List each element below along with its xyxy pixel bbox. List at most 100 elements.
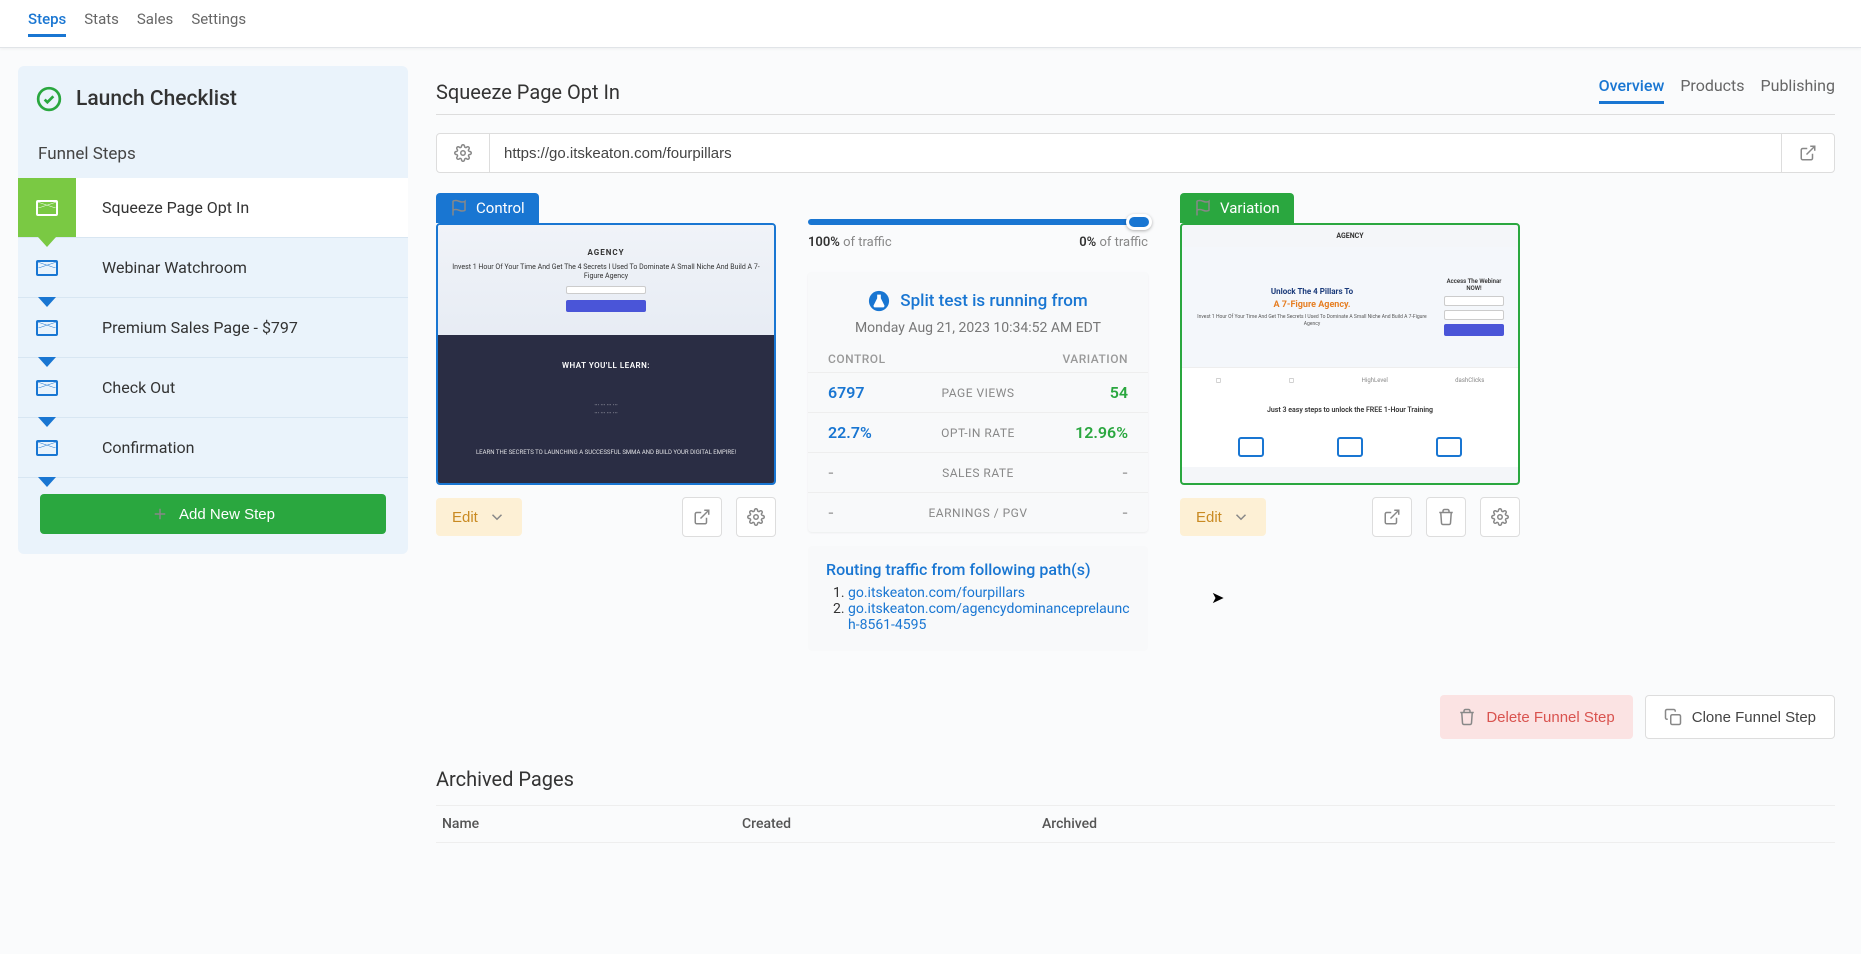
url-row <box>436 133 1835 173</box>
route-link-1[interactable]: go.itskeaton.com/fourpillars <box>848 585 1025 601</box>
tab-settings[interactable]: Settings <box>191 10 246 37</box>
sidebar-step-confirmation[interactable]: Confirmation <box>18 418 408 478</box>
url-settings-button[interactable] <box>436 133 490 173</box>
sidebar-step-premium[interactable]: Premium Sales Page - $797 <box>18 298 408 358</box>
sidebar-step-webinar[interactable]: Webinar Watchroom <box>18 238 408 298</box>
preview-input <box>1444 296 1504 306</box>
preview-logo: AGENCY <box>587 248 624 257</box>
traffic-right: 0% of traffic <box>1079 235 1148 250</box>
col-created: Created <box>742 816 1042 832</box>
subtab-overview[interactable]: Overview <box>1599 76 1665 104</box>
stats-date: Monday Aug 21, 2023 10:34:52 AM EDT <box>808 320 1148 336</box>
step-label: Confirmation <box>76 438 408 457</box>
launch-title: Launch Checklist <box>76 87 237 111</box>
mail-icon <box>36 320 58 336</box>
stats-row-optin: 22.7%OPT-IN RATE12.96% <box>808 412 1148 452</box>
edit-variation-button[interactable]: Edit <box>1180 498 1266 536</box>
copy-icon <box>1664 708 1682 726</box>
external-link-icon <box>693 508 711 526</box>
preview-input <box>1444 310 1504 320</box>
stats-row-salesrate: -SALES RATE- <box>808 452 1148 492</box>
settings-control-button[interactable] <box>736 497 776 537</box>
tab-sales[interactable]: Sales <box>137 10 173 37</box>
preview-cta <box>566 300 646 312</box>
variation-label: Variation <box>1220 199 1280 217</box>
page-title: Squeeze Page Opt In <box>436 80 620 104</box>
subtab-publishing[interactable]: Publishing <box>1761 76 1835 104</box>
edit-control-button[interactable]: Edit <box>436 498 522 536</box>
main-content: Squeeze Page Opt In Overview Products Pu… <box>428 66 1843 853</box>
step-label: Premium Sales Page - $797 <box>76 318 408 337</box>
step-label: Webinar Watchroom <box>76 258 408 277</box>
settings-variation-button[interactable] <box>1480 497 1520 537</box>
subtab-products[interactable]: Products <box>1680 76 1744 104</box>
chevron-down-icon <box>488 508 506 526</box>
variation-preview[interactable]: AGENCY Unlock The 4 Pillars To A 7-Figur… <box>1180 223 1520 485</box>
sub-tabs: Overview Products Publishing <box>1599 76 1835 104</box>
delete-variation-button[interactable] <box>1426 497 1466 537</box>
hdr-variation: VARIATION <box>1062 352 1128 366</box>
sidebar-step-squeeze[interactable]: Squeeze Page Opt In <box>18 178 408 238</box>
col-name: Name <box>442 816 742 832</box>
control-variant: Control AGENCY Invest 1 Hour Of Your Tim… <box>436 193 776 537</box>
external-link-icon <box>1383 508 1401 526</box>
mail-icon <box>36 260 58 276</box>
page-url-input[interactable] <box>490 133 1781 173</box>
edit-label: Edit <box>1196 509 1222 526</box>
routing-card: Routing traffic from following path(s) g… <box>808 546 1148 651</box>
route-link-2[interactable]: go.itskeaton.com/agencydominanceprelaunc… <box>848 601 1130 633</box>
delete-funnel-step-button[interactable]: Delete Funnel Step <box>1440 695 1632 739</box>
traffic-left: 100% of traffic <box>808 235 892 250</box>
preview-step-icons <box>1182 427 1518 467</box>
archived-section: Archived Pages Name Created Archived <box>436 767 1835 843</box>
plus-icon <box>151 505 169 523</box>
open-url-button[interactable] <box>1781 133 1835 173</box>
clone-funnel-step-button[interactable]: Clone Funnel Step <box>1645 695 1835 739</box>
flag-icon <box>1194 199 1212 217</box>
chevron-down-icon <box>1232 508 1250 526</box>
step-label: Check Out <box>76 378 408 397</box>
tab-steps[interactable]: Steps <box>28 10 66 37</box>
stats-row-earnings: -EARNINGS / PGV- <box>808 492 1148 532</box>
sidebar-step-checkout[interactable]: Check Out <box>18 358 408 418</box>
preview-section1: WHAT YOU'LL LEARN: <box>562 361 650 370</box>
routing-title: Routing traffic from following path(s) <box>826 560 1130 579</box>
top-tabs: Steps Stats Sales Settings <box>0 0 1861 48</box>
control-preview[interactable]: AGENCY Invest 1 Hour Of Your Time And Ge… <box>436 223 776 485</box>
slider-handle[interactable] <box>1126 214 1152 230</box>
flag-icon <box>450 199 468 217</box>
gear-icon <box>747 508 765 526</box>
footer-actions: Delete Funnel Step Clone Funnel Step <box>436 695 1835 739</box>
add-step-label: Add New Step <box>179 506 275 523</box>
external-link-icon <box>1799 144 1817 162</box>
archived-title: Archived Pages <box>436 767 1835 791</box>
preview-logos: ▢▢HighLeveldashClicks <box>1182 367 1518 393</box>
preview-bottom: Just 3 easy steps to unlock the FREE 1-H… <box>1182 393 1518 427</box>
open-control-button[interactable] <box>682 497 722 537</box>
mail-icon <box>36 380 58 396</box>
trash-icon <box>1437 508 1455 526</box>
open-variation-button[interactable] <box>1372 497 1412 537</box>
tab-stats[interactable]: Stats <box>84 10 119 37</box>
preview-section2: LEARN THE SECRETS TO LAUNCHING A SUCCESS… <box>476 449 736 457</box>
flask-icon <box>868 290 890 312</box>
mail-icon <box>36 200 58 216</box>
mail-icon <box>36 440 58 456</box>
preview-bullets: ··· ··· ··· ······ ··· ··· ··· <box>594 402 617 418</box>
add-new-step-button[interactable]: Add New Step <box>40 494 386 534</box>
col-archived: Archived <box>1042 816 1829 832</box>
funnel-steps-header: Funnel Steps <box>18 130 408 178</box>
preview-h1: Unlock The 4 Pillars To <box>1271 287 1353 297</box>
variation-variant: Variation AGENCY Unlock The 4 Pillars To… <box>1180 193 1520 537</box>
archived-header-row: Name Created Archived <box>436 805 1835 843</box>
preview-logo: AGENCY <box>1182 225 1518 247</box>
trash-icon <box>1458 708 1476 726</box>
gear-icon <box>1491 508 1509 526</box>
step-label: Squeeze Page Opt In <box>76 198 408 217</box>
check-circle-icon <box>36 86 62 112</box>
launch-checklist-header: Launch Checklist <box>18 66 408 130</box>
clone-label: Clone Funnel Step <box>1692 709 1816 726</box>
preview-sub: Invest 1 Hour Of Your Time And Get The S… <box>1192 314 1432 327</box>
variation-tag: Variation <box>1180 193 1294 223</box>
traffic-slider[interactable]: 100% of traffic 0% of traffic <box>808 193 1148 258</box>
